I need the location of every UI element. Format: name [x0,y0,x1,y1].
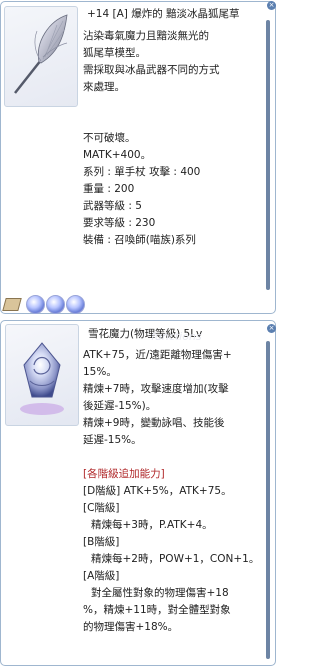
close-icon[interactable]: × [267,1,276,10]
tier-line: 的物理傷害+18%。 [83,621,179,633]
card-line: 15%。 [83,366,117,378]
matk-text: MATK+400。 [83,149,152,161]
desc-line: 沾染毒氣魔力且黯淡無光的 [83,30,209,42]
desc-line: 需採取與冰晶武器不同的方式 [83,64,220,76]
indestructible-text: 不可破壞。 [83,132,136,144]
card-line: 後延遲-15%)。 [83,400,157,412]
scrollbar[interactable] [266,20,270,290]
close-icon[interactable]: × [267,324,276,333]
weight-value: 200 [114,183,135,195]
type-row: 系列 : 單手杖 攻擊 : 400 [83,166,201,178]
foxtail-staff-image [14,14,68,94]
item-info-window: +14 [A] 爆炸的 黯淡冰晶狐尾草 × 沾染毒氣魔力且黯淡無光的 狐尾草模型… [0,1,276,314]
type-label: 系列 [83,166,104,178]
equip-row: 裝備 : 召喚師(喵族)系列 [83,234,196,246]
card-line: 精煉+9時，變動詠唱、技能後 [83,417,225,429]
bonus-header: [各階級追加能力] [83,468,165,480]
card-description: ATK+75，近/遠距離物理傷害+ 15%。 精煉+7時，攻擊速度增加(攻擊 後… [83,347,269,636]
weight-row: 重量 : 200 [83,183,135,195]
attack-value: 400 [180,166,201,178]
tier-line: [C階級] [83,502,120,514]
item-description: 沾染毒氣魔力且黯淡無光的 狐尾草模型。 需採取與冰晶武器不同的方式 來處理。 不… [83,28,263,249]
weapon-level-value: 5 [135,200,142,212]
desc-line: 狐尾草模型。 [83,47,146,59]
enchant-orb-icon[interactable] [26,295,45,314]
tier-line: [A階級] [83,570,120,582]
required-level-value: 230 [135,217,156,229]
enchant-orb-icon[interactable] [46,295,65,314]
weapon-level-row: 武器等級 : 5 [83,200,142,212]
equip-value: 召喚師(喵族)系列 [114,234,196,246]
tier-line: 精煉每+3時，P.ATK+4。 [91,519,213,531]
weapon-level-label: 武器等級 [83,200,125,212]
equip-label: 裝備 [83,234,104,246]
card-line: 精煉+7時，攻擊速度增加(攻擊 [83,383,229,395]
tier-line: 精煉每+2時，POW+1，CON+1。 [91,553,260,565]
enchant-orb-icon[interactable] [66,295,85,314]
card-line: 延遲-15%。 [83,434,142,446]
weight-label: 重量 [83,183,104,195]
card-line: ATK+75，近/遠距離物理傷害+ [83,349,232,361]
tier-line: 對全屬性對象的物理傷害+18 [91,587,229,599]
item-image-frame [4,6,78,107]
required-level-label: 要求等級 [83,217,125,229]
card-slot-bar [0,292,276,316]
type-value: 單手杖 [114,166,146,178]
card-image-frame [5,324,79,426]
card-slot-icon[interactable] [2,298,22,311]
card-info-window: 雪花魔力(物理等級) 5Lv functions × ATK+75，近/遠距離物… [0,320,276,666]
attack-label: 攻擊 [149,166,171,178]
tier-line: [B階級] [83,536,120,548]
desc-line: 來處理。 [83,81,125,93]
watermark: functions [151,330,202,343]
item-title: +14 [A] 爆炸的 黯淡冰晶狐尾草 [87,8,240,20]
tier-line: [D階級] ATK+5%，ATK+75。 [83,485,232,497]
snowflake-rose-image [20,342,64,415]
tier-line: %，精煉+11時，對全體型對象 [83,604,231,616]
required-level-row: 要求等級 : 230 [83,217,156,229]
